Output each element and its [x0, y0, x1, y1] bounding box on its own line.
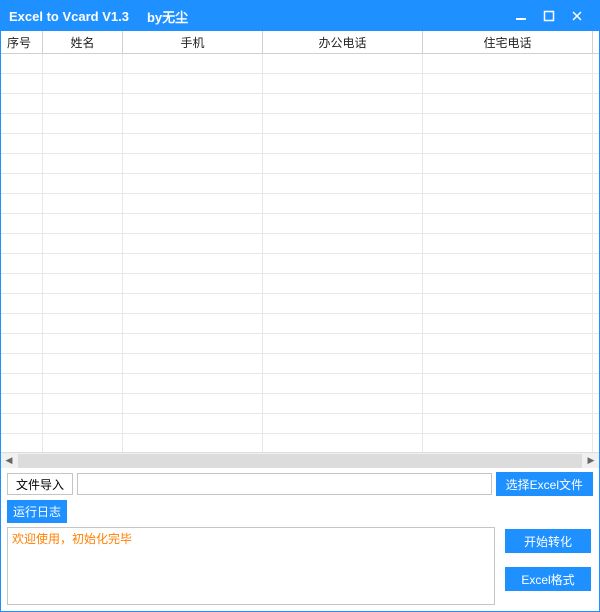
run-log-label: 运行日志 [7, 500, 67, 523]
file-import-label: 文件导入 [7, 473, 73, 495]
table-row[interactable] [1, 154, 599, 174]
table-row[interactable] [1, 294, 599, 314]
window-title: Excel to Vcard V1.3 [9, 9, 129, 24]
scroll-right-icon[interactable]: ▶ [583, 453, 599, 469]
table-row[interactable] [1, 214, 599, 234]
minimize-icon[interactable] [507, 1, 535, 31]
table-row[interactable] [1, 334, 599, 354]
horizontal-scrollbar[interactable]: ◀ ▶ [1, 452, 599, 468]
table-row[interactable] [1, 314, 599, 334]
column-header-index[interactable]: 序号 [1, 31, 43, 53]
log-content: 欢迎使用，初始化完毕 [12, 532, 132, 546]
grid-body[interactable] [1, 54, 599, 452]
window-author: by无尘 [147, 7, 188, 26]
excel-format-button[interactable]: Excel格式 [505, 567, 591, 591]
data-grid[interactable]: 序号 姓名 手机 办公电话 住宅电话 ◀ ▶ [1, 31, 599, 468]
table-row[interactable] [1, 374, 599, 394]
table-row[interactable] [1, 94, 599, 114]
table-row[interactable] [1, 54, 599, 74]
start-convert-button[interactable]: 开始转化 [505, 529, 591, 553]
close-icon[interactable] [563, 1, 591, 31]
table-row[interactable] [1, 134, 599, 154]
column-header-home[interactable]: 住宅电话 [423, 31, 593, 53]
table-row[interactable] [1, 394, 599, 414]
file-path-input[interactable] [77, 473, 492, 495]
table-row[interactable] [1, 434, 599, 452]
table-row[interactable] [1, 354, 599, 374]
scroll-left-icon[interactable]: ◀ [1, 453, 17, 469]
log-textarea[interactable]: 欢迎使用，初始化完毕 [7, 527, 495, 605]
table-row[interactable] [1, 234, 599, 254]
choose-excel-button[interactable]: 选择Excel文件 [496, 472, 593, 496]
maximize-icon[interactable] [535, 1, 563, 31]
table-row[interactable] [1, 114, 599, 134]
table-row[interactable] [1, 74, 599, 94]
table-row[interactable] [1, 254, 599, 274]
grid-header: 序号 姓名 手机 办公电话 住宅电话 [1, 31, 599, 54]
table-row[interactable] [1, 174, 599, 194]
titlebar: Excel to Vcard V1.3 by无尘 [1, 1, 599, 31]
column-header-office[interactable]: 办公电话 [263, 31, 423, 53]
table-row[interactable] [1, 194, 599, 214]
table-row[interactable] [1, 414, 599, 434]
table-row[interactable] [1, 274, 599, 294]
scroll-track[interactable] [18, 454, 582, 468]
column-header-name[interactable]: 姓名 [43, 31, 123, 53]
column-header-mobile[interactable]: 手机 [123, 31, 263, 53]
